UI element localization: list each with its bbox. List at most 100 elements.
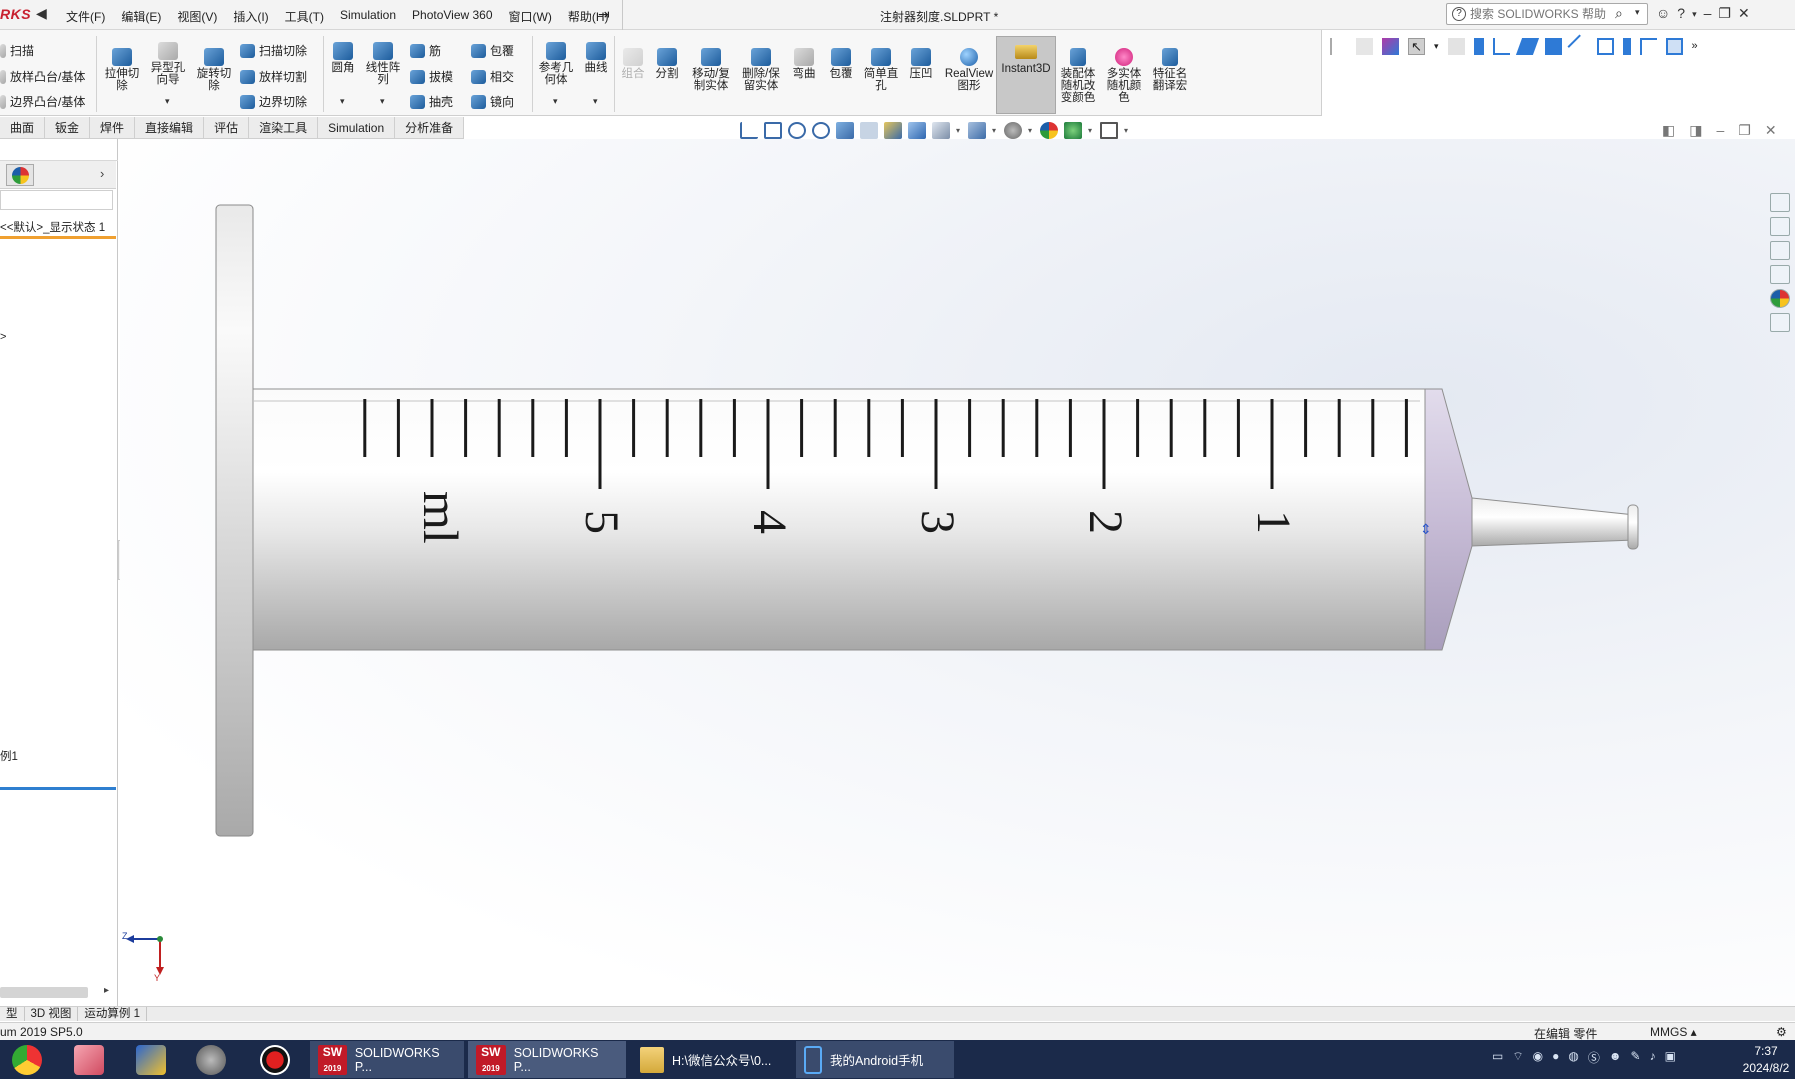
chevron-down-icon[interactable]: ▾ <box>1434 41 1439 52</box>
edit-appearance-icon[interactable] <box>1004 122 1022 139</box>
help-icon[interactable]: ? <box>1677 5 1685 23</box>
menu-collapse-arrow-icon[interactable]: ◀ <box>36 5 47 22</box>
tab-3d-views[interactable]: 3D 视图 <box>25 1007 79 1021</box>
simple-hole-button[interactable]: 简单直 孔 <box>859 48 903 92</box>
search-icon[interactable]: ⌕ <box>1615 5 1623 22</box>
chevron-down-icon[interactable]: ▾ <box>1635 7 1640 18</box>
store-app-icon[interactable] <box>136 1045 166 1075</box>
restore-icon[interactable]: ❐ <box>1738 122 1751 139</box>
user-icon[interactable]: ☺ <box>1656 5 1670 23</box>
tools-app-icon[interactable] <box>196 1045 226 1075</box>
face-icon[interactable] <box>1665 37 1683 55</box>
tray-app-icon[interactable]: Ⓢ <box>1588 1049 1600 1066</box>
tree-item-example[interactable]: 例1 <box>0 748 18 764</box>
close-icon[interactable]: ✕ <box>1765 122 1777 139</box>
tab-surfaces[interactable]: 曲面 <box>0 117 46 138</box>
chevron-down-icon[interactable]: ▾ <box>593 96 598 107</box>
tab-motion-study[interactable]: 运动算例 1 <box>78 1007 147 1021</box>
multibody-random-color-button[interactable]: 多实体 随机颜 色 <box>1102 48 1146 104</box>
screenshot-app-icon[interactable] <box>74 1045 104 1075</box>
extruded-cut-button[interactable]: 拉伸切 除 <box>100 48 144 92</box>
scrollbar-thumb[interactable] <box>0 987 88 998</box>
dynamic-annotation-icon[interactable] <box>860 122 878 139</box>
swept-cut-button[interactable]: 扫描切除 <box>240 42 307 59</box>
delete-keep-body-button[interactable]: 删除/保 留实体 <box>739 48 783 92</box>
sweep-button[interactable]: 扫描 <box>0 42 34 59</box>
home-icon[interactable] <box>1770 193 1790 212</box>
split-button[interactable]: 分割 <box>645 48 689 80</box>
chevron-down-icon[interactable]: ▾ <box>1028 126 1034 135</box>
lofted-cut-button[interactable]: 放样切割 <box>240 68 307 85</box>
minimize-icon[interactable]: – <box>1704 5 1712 23</box>
display-manager-tab[interactable] <box>6 164 34 186</box>
dimension-icon[interactable] <box>1596 37 1614 55</box>
taskbar-solidworks-1[interactable]: SW 2019 SOLIDWORKS P... <box>310 1041 464 1078</box>
tab-model[interactable]: 型 <box>0 1007 25 1021</box>
record-icon[interactable] <box>260 1045 290 1075</box>
zoom-to-fit-icon[interactable] <box>764 122 782 139</box>
shell-button[interactable]: 抽壳 <box>410 93 453 110</box>
tab-evaluate[interactable]: 评估 <box>204 117 250 138</box>
previous-view-icon[interactable] <box>812 122 830 139</box>
view-orientation-icon[interactable] <box>740 122 758 139</box>
fillet-button[interactable]: 圆角 <box>321 42 365 74</box>
chevron-down-icon[interactable]: ▾ <box>1692 5 1697 23</box>
zoom-to-area-icon[interactable] <box>788 122 806 139</box>
network-icon[interactable]: ⌔ <box>1512 1049 1523 1066</box>
custom-properties-icon[interactable] <box>1770 313 1790 332</box>
keyboard-icon[interactable]: ▭ <box>1492 1049 1503 1066</box>
qq-icon[interactable]: ☻ <box>1609 1049 1622 1066</box>
design-library-icon[interactable] <box>1770 217 1790 236</box>
appearances-icon[interactable] <box>1770 289 1790 308</box>
boundary-boss-button[interactable]: 边界凸台/基体 <box>0 93 85 110</box>
more-chevron-icon[interactable]: » <box>1692 40 1698 52</box>
collapse-left-icon[interactable]: ◧ <box>1662 122 1675 139</box>
scroll-right-icon[interactable]: ▸ <box>104 985 109 996</box>
panel-filter-field[interactable] <box>0 190 113 210</box>
chevron-down-icon[interactable]: ▾ <box>340 96 345 107</box>
feature-translate-macro-button[interactable]: 特征名 翻译宏 <box>1148 48 1192 92</box>
panel-horizontal-scrollbar[interactable]: ▸ <box>0 985 116 999</box>
menu-edit[interactable]: 编辑(E) <box>113 8 169 25</box>
edge-icon[interactable] <box>1639 37 1657 55</box>
section-view-icon[interactable] <box>836 122 854 139</box>
view-cube-icon[interactable] <box>908 122 926 139</box>
menu-insert[interactable]: 插入(I) <box>225 8 276 25</box>
tab-direct-editing[interactable]: 直接编辑 <box>135 117 205 138</box>
plane-icon[interactable] <box>1515 37 1539 55</box>
sketch-point-icon[interactable] <box>1473 37 1484 55</box>
system-clock[interactable]: 7:37 2024/8/2 <box>1736 1043 1795 1077</box>
customize-icon[interactable]: ⚙ <box>1776 1025 1787 1039</box>
graphics-viewport[interactable]: ⇕ 1 2 3 4 5 ml Z Y <box>120 139 1795 1006</box>
display-style-icon[interactable] <box>932 122 950 139</box>
help-search-input[interactable] <box>1470 6 1610 22</box>
indent-button[interactable]: 压凹 <box>899 48 943 80</box>
chevron-down-icon[interactable]: ▾ <box>1088 126 1094 135</box>
tray-app-icon[interactable]: ◍ <box>1568 1049 1578 1066</box>
view-settings-icon[interactable] <box>1064 122 1082 139</box>
restore-icon[interactable]: ❐ <box>1718 5 1731 23</box>
appearance-sketch-icon[interactable] <box>884 122 902 139</box>
vertex-icon[interactable] <box>1622 37 1631 55</box>
filter-icon[interactable] <box>1330 37 1347 55</box>
taskbar-android-phone[interactable]: 我的Android手机 <box>796 1041 954 1078</box>
collapse-right-icon[interactable]: ◨ <box>1689 122 1702 139</box>
help-search-box[interactable]: ? ⌕ ▾ <box>1446 3 1648 25</box>
reference-geometry-button[interactable]: 参考几 何体 <box>534 42 578 86</box>
units-selector[interactable]: MMGS ▴ <box>1650 1025 1697 1039</box>
body-icon[interactable] <box>1544 37 1562 55</box>
chevron-down-icon[interactable]: ▾ <box>553 96 558 107</box>
rib-button[interactable]: 筋 <box>410 42 441 59</box>
chevron-down-icon[interactable]: ▾ <box>380 96 385 107</box>
revolved-cut-button[interactable]: 旋转切 除 <box>192 48 236 92</box>
realview-button[interactable]: RealView 图形 <box>944 48 994 92</box>
wrap-button[interactable]: 包覆 <box>819 48 863 80</box>
boundary-cut-button[interactable]: 边界切除 <box>240 93 307 110</box>
view-palette-icon[interactable] <box>1770 265 1790 284</box>
menu-photoview[interactable]: PhotoView 360 <box>404 8 501 25</box>
sketch-line-icon[interactable] <box>1492 37 1510 55</box>
apply-scene-icon[interactable] <box>1040 122 1058 139</box>
chevron-right-icon[interactable]: › <box>100 166 104 181</box>
file-explorer-icon[interactable] <box>1770 241 1790 260</box>
tree-expand-arrow[interactable]: > <box>0 331 6 343</box>
